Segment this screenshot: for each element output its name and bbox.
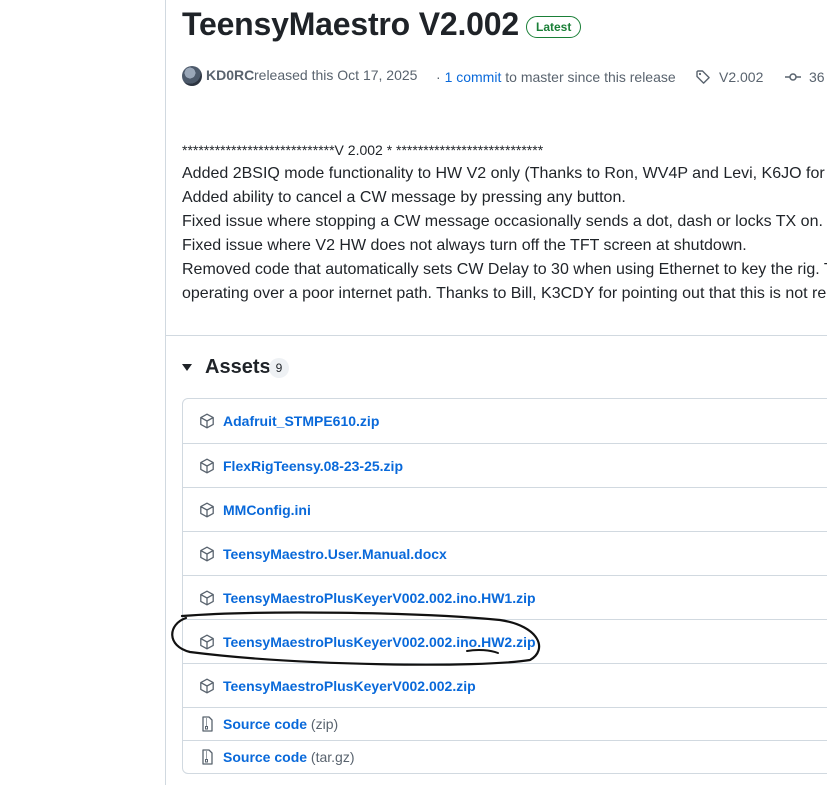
- notes-line: Fixed issue where stopping a CW message …: [182, 213, 823, 230]
- author-link[interactable]: KD0RC: [206, 67, 254, 83]
- assets-list: Adafruit_STMPE610.zip FlexRigTeensy.08-2…: [182, 398, 827, 774]
- asset-row: TeensyMaestroPlusKeyerV002.002.ino.HW2.z…: [183, 619, 827, 663]
- package-icon: [200, 546, 214, 562]
- git-commit-icon: [785, 73, 801, 81]
- asset-row: FlexRigTeensy.08-23-25.zip: [183, 443, 827, 487]
- package-icon: [200, 590, 214, 606]
- asset-row: Adafruit_STMPE610.zip: [183, 399, 827, 443]
- asset-link[interactable]: TeensyMaestroPlusKeyerV002.002.ino.HW1.z…: [223, 590, 536, 606]
- caret-down-icon: [182, 364, 192, 371]
- asset-row: TeensyMaestroPlusKeyerV002.002.zip: [183, 663, 827, 707]
- assets-count-badge: 9: [269, 358, 289, 378]
- commits-suffix: to master since this release: [505, 69, 676, 85]
- asset-link[interactable]: Adafruit_STMPE610.zip: [223, 413, 379, 429]
- file-zip-icon: [202, 749, 213, 765]
- latest-badge: Latest: [526, 16, 582, 38]
- section-divider: [166, 335, 827, 336]
- package-icon: [200, 678, 214, 694]
- asset-link[interactable]: TeensyMaestro.User.Manual.docx: [223, 546, 447, 562]
- package-icon: [200, 502, 214, 518]
- package-icon: [200, 458, 214, 474]
- source-code-label: Source code: [223, 716, 308, 732]
- notes-line: Fixed issue where V2 HW does not always …: [182, 237, 747, 254]
- release-title: TeensyMaestro V2.002: [182, 6, 519, 42]
- package-icon: [200, 634, 214, 650]
- notes-line: operating over a poor internet path. Tha…: [182, 285, 827, 302]
- notes-line: Removed code that automatically sets CW …: [182, 261, 827, 278]
- source-code-link[interactable]: Source code (zip): [223, 716, 338, 732]
- asset-row: MMConfig.ini: [183, 487, 827, 531]
- asset-link[interactable]: MMConfig.ini: [223, 502, 311, 518]
- release-notes: ****************************V 2.002 * **…: [182, 138, 827, 306]
- asset-row: TeensyMaestro.User.Manual.docx: [183, 531, 827, 575]
- asset-link[interactable]: TeensyMaestroPlusKeyerV002.002.zip: [223, 678, 476, 694]
- separator-dot: ·: [436, 69, 441, 85]
- notes-line: Added 2BSIQ mode functionality to HW V2 …: [182, 165, 827, 182]
- commit-sha-link[interactable]: 36: [809, 69, 825, 85]
- commits-link[interactable]: 1 commit: [445, 69, 502, 85]
- left-divider: [165, 0, 166, 785]
- release-meta: KD0RC released this Oct 17, 2025 · 1 com…: [182, 64, 827, 88]
- notes-header: ****************************V 2.002 * **…: [182, 142, 544, 158]
- avatar[interactable]: [182, 66, 202, 86]
- asset-row: TeensyMaestroPlusKeyerV002.002.ino.HW1.z…: [183, 575, 827, 619]
- asset-row: Source code (tar.gz): [183, 740, 827, 773]
- package-icon: [200, 413, 214, 429]
- notes-line: Added ability to cancel a CW message by …: [182, 189, 626, 206]
- asset-row: Source code (zip): [183, 707, 827, 740]
- released-date: released this Oct 17, 2025: [254, 67, 418, 83]
- tag-icon: [696, 70, 710, 84]
- commits-since: · 1 commit to master since this release: [436, 69, 676, 85]
- source-code-link[interactable]: Source code (tar.gz): [223, 749, 355, 765]
- assets-title: Assets: [205, 356, 271, 378]
- tag-link[interactable]: V2.002: [719, 69, 763, 85]
- source-code-label: Source code: [223, 749, 308, 765]
- source-code-ext: (zip): [310, 716, 339, 732]
- source-code-ext: (tar.gz): [310, 749, 355, 765]
- file-zip-icon: [202, 716, 213, 732]
- asset-link[interactable]: TeensyMaestroPlusKeyerV002.002.ino.HW2.z…: [223, 634, 536, 650]
- asset-link[interactable]: FlexRigTeensy.08-23-25.zip: [223, 458, 403, 474]
